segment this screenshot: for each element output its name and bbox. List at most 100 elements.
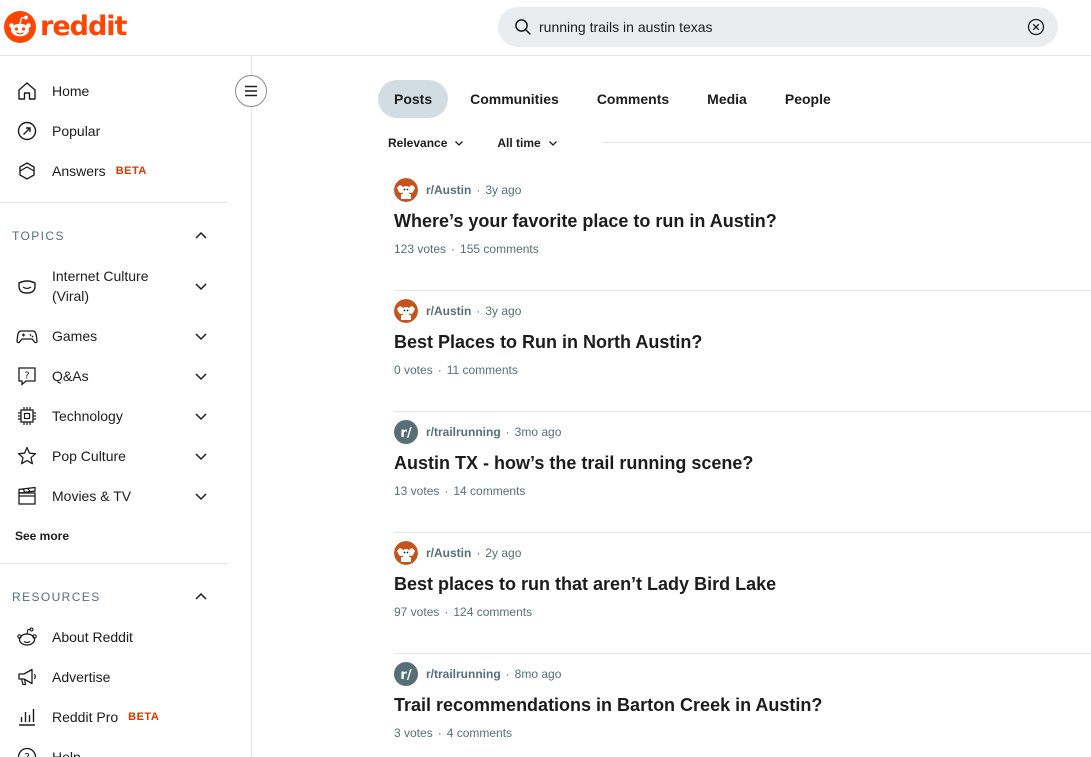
post-comments: 4 comments bbox=[446, 726, 513, 740]
clear-search-icon[interactable] bbox=[1026, 17, 1046, 37]
post-item[interactable]: r/Austin · 3y ago Where’s your favorite … bbox=[394, 170, 1091, 291]
sort-dropdown[interactable]: Relevance bbox=[388, 136, 465, 150]
chevron-down-icon[interactable] bbox=[193, 488, 209, 504]
subreddit-avatar[interactable]: r/ bbox=[394, 662, 418, 686]
post-comments: 155 comments bbox=[460, 242, 539, 256]
subreddit-link[interactable]: r/Austin bbox=[426, 546, 471, 560]
sidebar-item-popular[interactable]: Popular bbox=[16, 111, 226, 151]
tab-posts[interactable]: Posts bbox=[378, 80, 449, 118]
chevron-up-icon[interactable] bbox=[193, 589, 209, 605]
sidebar-item-label: Home bbox=[52, 83, 90, 99]
sidebar-item-label: Pop Culture bbox=[52, 448, 126, 464]
post-stats: 0 votes · 11 comments bbox=[394, 363, 518, 377]
subreddit-avatar[interactable] bbox=[394, 541, 418, 565]
time-label: All time bbox=[497, 136, 541, 150]
sidebar-item-reddit-pro[interactable]: Reddit Pro BETA bbox=[16, 697, 226, 737]
question-icon: ? bbox=[16, 365, 38, 387]
sidebar-item-label: Q&As bbox=[52, 368, 89, 384]
post-item[interactable]: r/Austin · 3y ago Best Places to Run in … bbox=[394, 291, 1091, 412]
subreddit-link[interactable]: r/Austin bbox=[426, 304, 471, 318]
sidebar-item-about-reddit[interactable]: About Reddit bbox=[16, 617, 226, 657]
see-more-button[interactable]: See more bbox=[15, 529, 69, 543]
post-title[interactable]: Best Places to Run in North Austin? bbox=[394, 332, 702, 353]
resources-section-header[interactable]: RESOURCES bbox=[12, 585, 212, 609]
sidebar-item-label: About Reddit bbox=[52, 629, 133, 645]
reddit-logo[interactable]: reddit bbox=[4, 11, 127, 43]
meta-separator: · bbox=[451, 242, 456, 256]
chevron-down-icon[interactable] bbox=[193, 408, 209, 424]
sidebar-divider bbox=[0, 563, 227, 564]
filter-bar: Relevance All time bbox=[388, 133, 591, 153]
search-input[interactable] bbox=[539, 7, 1009, 47]
subreddit-default-icon: r/ bbox=[400, 426, 411, 441]
post-title[interactable]: Austin TX - how’s the trail running scen… bbox=[394, 453, 753, 474]
subreddit-default-icon: r/ bbox=[400, 668, 411, 683]
post-votes: 123 votes bbox=[394, 242, 447, 256]
time-dropdown[interactable]: All time bbox=[497, 136, 558, 150]
sidebar-item-label: Answers bbox=[52, 163, 106, 179]
post-comments: 124 comments bbox=[453, 605, 533, 619]
topics-section-header[interactable]: TOPICS bbox=[12, 224, 212, 248]
chevron-down-icon[interactable] bbox=[193, 368, 209, 384]
chevron-down-icon[interactable] bbox=[193, 328, 209, 344]
chevron-down-icon[interactable] bbox=[193, 448, 209, 464]
reddit-alien-icon bbox=[16, 626, 38, 648]
post-meta: r/Austin · 3y ago bbox=[394, 299, 521, 323]
sidebar-item-label: Games bbox=[52, 328, 98, 344]
post-votes: 0 votes bbox=[394, 363, 433, 377]
post-title[interactable]: Where’s your favorite place to run in Au… bbox=[394, 211, 777, 232]
subreddit-avatar[interactable] bbox=[394, 178, 418, 202]
search-icon bbox=[515, 19, 531, 35]
meta-separator: · bbox=[476, 546, 481, 560]
post-age: 3y ago bbox=[485, 183, 522, 197]
subreddit-avatar[interactable]: r/ bbox=[394, 420, 418, 444]
post-item[interactable]: r/Austin · 2y ago Best places to run tha… bbox=[394, 533, 1091, 654]
tab-people[interactable]: People bbox=[769, 80, 847, 118]
tab-media[interactable]: Media bbox=[691, 80, 763, 118]
chevron-up-icon[interactable] bbox=[193, 228, 209, 244]
austin-subreddit-icon bbox=[394, 299, 418, 323]
chevron-down-icon[interactable] bbox=[193, 278, 209, 294]
sidebar-item-label: Popular bbox=[52, 123, 101, 139]
tab-communities[interactable]: Communities bbox=[454, 80, 575, 118]
post-comments: 11 comments bbox=[446, 363, 518, 377]
filter-divider bbox=[602, 142, 1091, 143]
post-item[interactable]: r/ r/trailrunning · 8mo ago Trail recomm… bbox=[394, 654, 1091, 757]
gamepad-icon bbox=[16, 325, 38, 347]
star-icon bbox=[16, 445, 38, 467]
sort-label: Relevance bbox=[388, 136, 448, 150]
post-votes: 3 votes bbox=[394, 726, 433, 740]
reddit-logo-icon bbox=[4, 11, 36, 43]
subreddit-link[interactable]: r/trailrunning bbox=[426, 425, 501, 439]
meta-separator: · bbox=[505, 425, 510, 439]
sidebar-item-home[interactable]: Home bbox=[16, 71, 226, 111]
post-title[interactable]: Best places to run that aren’t Lady Bird… bbox=[394, 574, 776, 595]
meta-separator: · bbox=[437, 726, 442, 740]
subreddit-link[interactable]: r/trailrunning bbox=[426, 667, 501, 681]
sidebar-item-answers[interactable]: Answers BETA bbox=[16, 151, 226, 191]
meta-separator: · bbox=[444, 605, 449, 619]
megaphone-icon bbox=[16, 666, 38, 688]
tab-comments[interactable]: Comments bbox=[581, 80, 685, 118]
collapse-sidebar-button[interactable] bbox=[235, 75, 267, 107]
internet-culture-icon bbox=[16, 275, 38, 297]
search-bar[interactable] bbox=[498, 7, 1058, 47]
logo-text: reddit bbox=[40, 11, 127, 42]
beta-badge: BETA bbox=[128, 711, 160, 723]
sidebar-item-help[interactable]: ? Help bbox=[16, 737, 226, 757]
post-votes: 97 votes bbox=[394, 605, 440, 619]
chip-icon bbox=[16, 405, 38, 427]
help-icon: ? bbox=[16, 746, 38, 757]
post-title[interactable]: Trail recommendations in Barton Creek in… bbox=[394, 695, 822, 716]
resources-title: RESOURCES bbox=[12, 590, 101, 604]
post-age: 3y ago bbox=[485, 304, 522, 318]
post-meta: r/ r/trailrunning · 8mo ago bbox=[394, 662, 561, 686]
sidebar-item-advertise[interactable]: Advertise bbox=[16, 657, 226, 697]
subreddit-link[interactable]: r/Austin bbox=[426, 183, 471, 197]
subreddit-avatar[interactable] bbox=[394, 299, 418, 323]
chevron-down-icon bbox=[455, 141, 464, 146]
post-meta: r/Austin · 2y ago bbox=[394, 541, 521, 565]
sidebar-item-label: Help bbox=[52, 749, 81, 757]
post-item[interactable]: r/ r/trailrunning · 3mo ago Austin TX - … bbox=[394, 412, 1091, 533]
meta-separator: · bbox=[476, 183, 481, 197]
